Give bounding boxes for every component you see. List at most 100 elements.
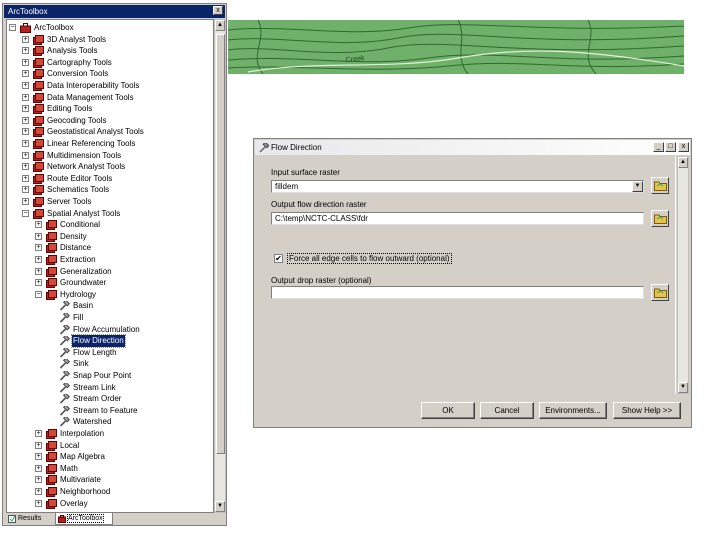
expand-icon[interactable]: + <box>35 256 42 263</box>
expand-icon[interactable]: + <box>22 93 29 101</box>
expand-icon[interactable]: + <box>22 140 29 147</box>
ok-button[interactable]: OK <box>421 402 475 419</box>
tree-item[interactable]: + Geostatistical Analyst Tools <box>7 126 213 138</box>
output-drop-input[interactable] <box>271 286 644 299</box>
tree-item[interactable]: Fill <box>7 312 213 324</box>
tree-item[interactable]: +3D Analyst Tools <box>7 34 213 46</box>
close-button[interactable]: x <box>678 142 689 152</box>
tree-item[interactable]: + Editing Tools <box>7 103 213 115</box>
expand-icon[interactable]: + <box>35 221 42 229</box>
input-surface-select[interactable]: filldem ▼ <box>271 180 644 193</box>
tree-item[interactable]: + Groundwater <box>7 277 213 289</box>
tree-item[interactable]: + Data Management Tools <box>7 92 213 104</box>
tree-item[interactable]: + Geocoding Tools <box>7 115 213 127</box>
tree-item[interactable]: + Overlay <box>7 498 213 510</box>
force-edge-label[interactable]: Force all edge cells to flow outward (op… <box>287 253 452 264</box>
tree-item[interactable]: + Route Editor Tools <box>7 173 213 185</box>
tree-item[interactable]: Stream Order <box>7 393 213 405</box>
tree-scrollbar-thumb[interactable] <box>216 34 225 454</box>
tree-item[interactable]: + Data Interoperability Tools <box>7 80 213 92</box>
expand-icon[interactable]: + <box>35 441 42 449</box>
input-surface-browse-button[interactable] <box>651 177 669 194</box>
tree-item[interactable]: + Local <box>7 440 213 452</box>
expand-icon[interactable]: + <box>35 430 42 437</box>
tree-scrollbar[interactable]: ▲ ▼ <box>214 19 226 513</box>
tree-item[interactable]: + Multidimension Tools <box>7 150 213 162</box>
collapse-icon[interactable]: − <box>35 290 42 298</box>
tree-item[interactable]: + Conditional <box>7 219 213 231</box>
tree-item[interactable]: + Network Analyst Tools <box>7 161 213 173</box>
dialog-title-bar[interactable]: Flow Direction <box>255 140 690 155</box>
tree-item[interactable]: Snap Pour Point <box>7 370 213 382</box>
toolbox-tree[interactable]: − ArcToolbox +3D Analyst Tools + Analysis To… <box>6 19 214 513</box>
tree-item[interactable]: + Distance <box>7 242 213 254</box>
expand-icon[interactable]: + <box>35 279 42 287</box>
expand-icon[interactable]: + <box>35 476 42 484</box>
scroll-down-icon[interactable]: ▼ <box>678 382 688 393</box>
tree-item[interactable]: + Server Tools <box>7 196 213 208</box>
arctoolbox-title-bar[interactable]: ArcToolbox <box>4 5 225 18</box>
tab-results[interactable]: Results <box>6 513 52 525</box>
tree-item[interactable]: + Density <box>7 231 213 243</box>
expand-icon[interactable]: + <box>22 151 29 159</box>
tree-item[interactable]: + Linear Referencing Tools <box>7 138 213 150</box>
expand-icon[interactable]: + <box>35 488 42 495</box>
tree-item[interactable]: Watershed <box>7 416 213 428</box>
expand-icon[interactable]: + <box>22 116 29 124</box>
show-help-button[interactable]: Show Help >> <box>613 402 681 419</box>
arctoolbox-close-button[interactable]: x <box>213 6 223 15</box>
tree-item[interactable]: Stream to Feature <box>7 405 213 417</box>
tree-item[interactable]: + Math <box>7 463 213 475</box>
expand-icon[interactable]: + <box>22 198 29 205</box>
tree-item[interactable]: + Multivariate <box>7 474 213 486</box>
expand-icon[interactable]: + <box>35 453 42 461</box>
tab-arctoolbox[interactable]: ArcToolbox <box>55 513 113 525</box>
tree-item[interactable]: + Neighborhood <box>7 486 213 498</box>
expand-icon[interactable]: + <box>22 47 29 55</box>
tree-item[interactable]: − Hydrology <box>7 289 213 301</box>
expand-icon[interactable]: + <box>22 128 29 136</box>
scroll-up-icon[interactable]: ▲ <box>215 20 225 31</box>
output-flow-input[interactable]: C:\temp\NCTC-CLASS\fdr <box>271 212 644 225</box>
tree-item[interactable]: − ArcToolbox <box>7 22 213 34</box>
scroll-down-icon[interactable]: ▼ <box>215 501 225 512</box>
expand-icon[interactable]: + <box>22 58 29 66</box>
output-drop-browse-button[interactable] <box>651 284 669 301</box>
tree-item[interactable]: + Cartography Tools <box>7 57 213 69</box>
tree-item[interactable]: Flow Length <box>7 347 213 359</box>
output-flow-browse-button[interactable] <box>651 210 669 227</box>
environments-button[interactable]: Environments... <box>539 402 607 419</box>
tree-item[interactable]: Stream Link <box>7 382 213 394</box>
expand-icon[interactable]: + <box>22 174 29 182</box>
tree-item[interactable]: + Generalization <box>7 266 213 278</box>
scroll-up-icon[interactable]: ▲ <box>678 157 688 168</box>
expand-icon[interactable]: + <box>35 499 42 507</box>
dialog-scrollbar[interactable]: ▲ ▼ <box>677 156 689 394</box>
expand-icon[interactable]: + <box>22 163 29 171</box>
collapse-icon[interactable]: − <box>22 209 29 217</box>
tree-item[interactable]: Sink <box>7 358 213 370</box>
expand-icon[interactable]: + <box>35 464 42 472</box>
chevron-down-icon[interactable]: ▼ <box>632 181 643 192</box>
tree-item[interactable]: + Schematics Tools <box>7 184 213 196</box>
force-edge-checkbox[interactable]: ✔ <box>274 254 283 263</box>
minimize-button[interactable]: _ <box>653 142 664 152</box>
expand-icon[interactable]: + <box>22 105 29 113</box>
expand-icon[interactable]: + <box>22 70 29 78</box>
tree-item[interactable]: + Extraction <box>7 254 213 266</box>
tree-item[interactable]: + Interpolation <box>7 428 213 440</box>
expand-icon[interactable]: + <box>35 267 42 275</box>
tree-item[interactable]: + Analysis Tools <box>7 45 213 57</box>
cancel-button[interactable]: Cancel <box>480 402 534 419</box>
expand-icon[interactable]: + <box>22 35 29 43</box>
tree-item[interactable]: Flow Accumulation <box>7 324 213 336</box>
tree-item[interactable]: + Map Algebra <box>7 451 213 463</box>
tree-item[interactable]: Basin <box>7 300 213 312</box>
tree-item[interactable]: Flow Direction <box>7 334 213 348</box>
expand-icon[interactable]: + <box>22 186 29 194</box>
maximize-button[interactable]: □ <box>665 142 676 152</box>
tree-item[interactable]: − Spatial Analyst Tools <box>7 208 213 220</box>
collapse-icon[interactable]: − <box>9 24 16 31</box>
expand-icon[interactable]: + <box>35 244 42 252</box>
tree-item[interactable]: + Conversion Tools <box>7 68 213 80</box>
